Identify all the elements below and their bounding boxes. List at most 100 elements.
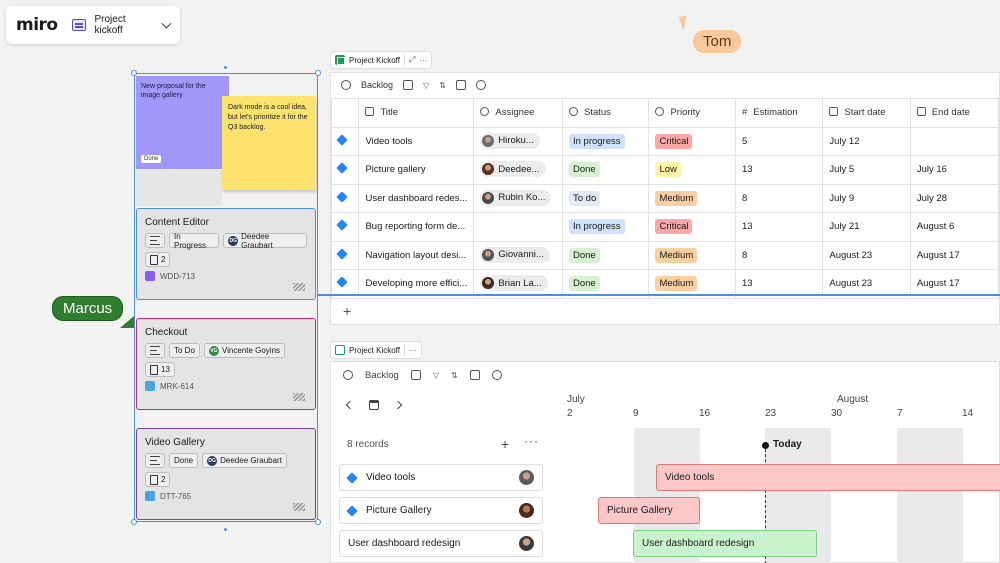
chevron-left-icon[interactable]: [345, 400, 355, 410]
selection-frame[interactable]: [134, 73, 318, 522]
cell-title[interactable]: User dashboard redes...: [358, 183, 475, 213]
assignee-chip[interactable]: Hiroku...: [480, 132, 540, 149]
cell-priority[interactable]: Critical: [648, 212, 736, 242]
row-handle[interactable]: [330, 183, 360, 213]
cell-assignee[interactable]: Hiroku...: [473, 126, 563, 156]
table-row[interactable]: User dashboard redes... Rubin Ko... To do M…: [330, 183, 1000, 213]
row-handle[interactable]: [330, 155, 360, 185]
chevron-right-icon[interactable]: [393, 400, 403, 410]
resize-handle[interactable]: [131, 70, 137, 76]
resize-handle[interactable]: [131, 519, 137, 525]
cell-priority[interactable]: Medium: [648, 240, 736, 270]
cell-start-date[interactable]: July 21: [822, 212, 911, 242]
cell-estimation[interactable]: 13: [734, 212, 824, 242]
column-header[interactable]: Assignee: [473, 98, 563, 128]
assignee-chip[interactable]: Deedee...: [480, 161, 546, 178]
cell-title[interactable]: Picture gallery: [358, 155, 475, 185]
cell-assignee[interactable]: [473, 212, 563, 242]
cell-estimation[interactable]: 13: [734, 155, 824, 185]
column-header[interactable]: Start date: [822, 98, 911, 128]
row-handle[interactable]: [330, 212, 360, 242]
cell-priority[interactable]: Low: [648, 155, 736, 185]
calendar-icon: [916, 107, 926, 117]
cell-start-date[interactable]: July 9: [822, 183, 911, 213]
hide-icon[interactable]: [475, 80, 486, 90]
timeline-bar-video-tools[interactable]: Video tools: [656, 464, 1000, 491]
more-icon[interactable]: ···: [524, 434, 539, 448]
record-item[interactable]: Video tools: [339, 464, 543, 491]
view-label[interactable]: Backlog: [365, 370, 399, 381]
connector-dot[interactable]: [224, 528, 227, 531]
grid-icon[interactable]: [403, 80, 414, 90]
table-row[interactable]: Video tools Hiroku... In progress Critical 5…: [330, 126, 1000, 156]
expand-icon[interactable]: ⤢: [409, 55, 415, 65]
cell-start-date[interactable]: July 12: [822, 126, 911, 156]
cell-estimation[interactable]: 8: [734, 183, 824, 213]
column-header[interactable]: End date: [909, 98, 1000, 128]
cell-end-date[interactable]: July 16: [909, 155, 1000, 185]
cell-start-date[interactable]: August 23: [822, 240, 911, 270]
cell-end-date[interactable]: August 17: [909, 240, 1000, 270]
table-row[interactable]: Bug reporting form de... In progress Criti…: [330, 212, 1000, 242]
cell-title[interactable]: Bug reporting form de...: [358, 212, 475, 242]
filter-icon[interactable]: ▽: [423, 81, 429, 90]
table-row[interactable]: Picture gallery Deedee... Done Low 13 July 5 J…: [330, 155, 1000, 185]
record-item[interactable]: Picture Gallery: [339, 497, 543, 524]
calendar-icon[interactable]: [410, 370, 421, 380]
record-item[interactable]: User dashboard redesign: [339, 530, 543, 557]
timeline-bar-picture-gallery[interactable]: Picture Gallery: [598, 497, 700, 524]
timeline-bar-user-dashboard[interactable]: User dashboard redesign: [633, 530, 817, 557]
cell-start-date[interactable]: July 5: [822, 155, 911, 185]
cell-end-date[interactable]: July 28: [909, 183, 1000, 213]
calendar-icon: [829, 107, 839, 117]
assignee-chip[interactable]: Giovanni...: [480, 246, 550, 263]
column-header[interactable]: Priority: [648, 98, 736, 128]
group-icon[interactable]: [455, 80, 466, 90]
more-icon[interactable]: ···: [419, 56, 427, 65]
add-record-button[interactable]: +: [501, 436, 509, 452]
cell-priority[interactable]: Medium: [648, 183, 736, 213]
cell-title[interactable]: Video tools: [358, 126, 475, 156]
view-label[interactable]: Backlog: [361, 80, 393, 90]
sort-icon[interactable]: ⇅: [439, 81, 446, 90]
avatar: [519, 536, 534, 551]
cell-status[interactable]: Done: [561, 240, 650, 270]
add-row-button[interactable]: +: [343, 303, 351, 319]
timeline-widget-tag[interactable]: Project Kickoff ···: [330, 341, 422, 359]
cell-end-date[interactable]: August 6: [909, 212, 1000, 242]
cell-status[interactable]: To do: [561, 183, 650, 213]
resize-handle[interactable]: [315, 519, 321, 525]
cell-estimation[interactable]: 8: [734, 240, 824, 270]
hide-icon[interactable]: [491, 370, 502, 380]
column-header[interactable]: Title: [358, 98, 475, 128]
cell-status[interactable]: Done: [561, 155, 650, 185]
cell-end-date[interactable]: [909, 126, 1000, 156]
row-handle[interactable]: [330, 240, 360, 270]
group-icon[interactable]: [469, 370, 480, 380]
date-navigation: [345, 400, 403, 410]
cell-status[interactable]: In progress: [561, 126, 650, 156]
calendar-icon[interactable]: [369, 400, 379, 410]
sort-icon[interactable]: ⇅: [451, 371, 458, 380]
cell-estimation[interactable]: 5: [734, 126, 824, 156]
cell-priority[interactable]: Critical: [648, 126, 736, 156]
connector-dot[interactable]: [224, 66, 227, 69]
filter-icon[interactable]: ▽: [433, 371, 439, 380]
chevron-down-icon[interactable]: [161, 18, 172, 28]
table-widget-tag[interactable]: Project Kickoff ⤢ ···: [330, 51, 433, 69]
cell-assignee[interactable]: Giovanni...: [473, 240, 563, 270]
more-icon[interactable]: ···: [409, 346, 417, 355]
cell-status[interactable]: In progress: [561, 212, 650, 242]
column-header[interactable]: Status: [561, 98, 650, 128]
table-row[interactable]: Navigation layout desi... Giovanni... Done…: [330, 240, 1000, 270]
miro-logo[interactable]: miro: [16, 15, 58, 35]
column-header[interactable]: # Estimation: [734, 98, 824, 128]
assignee-chip[interactable]: Brian La...: [480, 275, 548, 292]
cell-assignee[interactable]: Deedee...: [473, 155, 563, 185]
board-title[interactable]: Project kickoff: [94, 14, 151, 36]
row-handle[interactable]: [330, 126, 360, 156]
resize-handle[interactable]: [315, 70, 321, 76]
cell-title[interactable]: Navigation layout desi...: [358, 240, 475, 270]
cell-assignee[interactable]: Rubin Ko...: [473, 183, 563, 213]
assignee-chip[interactable]: Rubin Ko...: [480, 189, 552, 206]
